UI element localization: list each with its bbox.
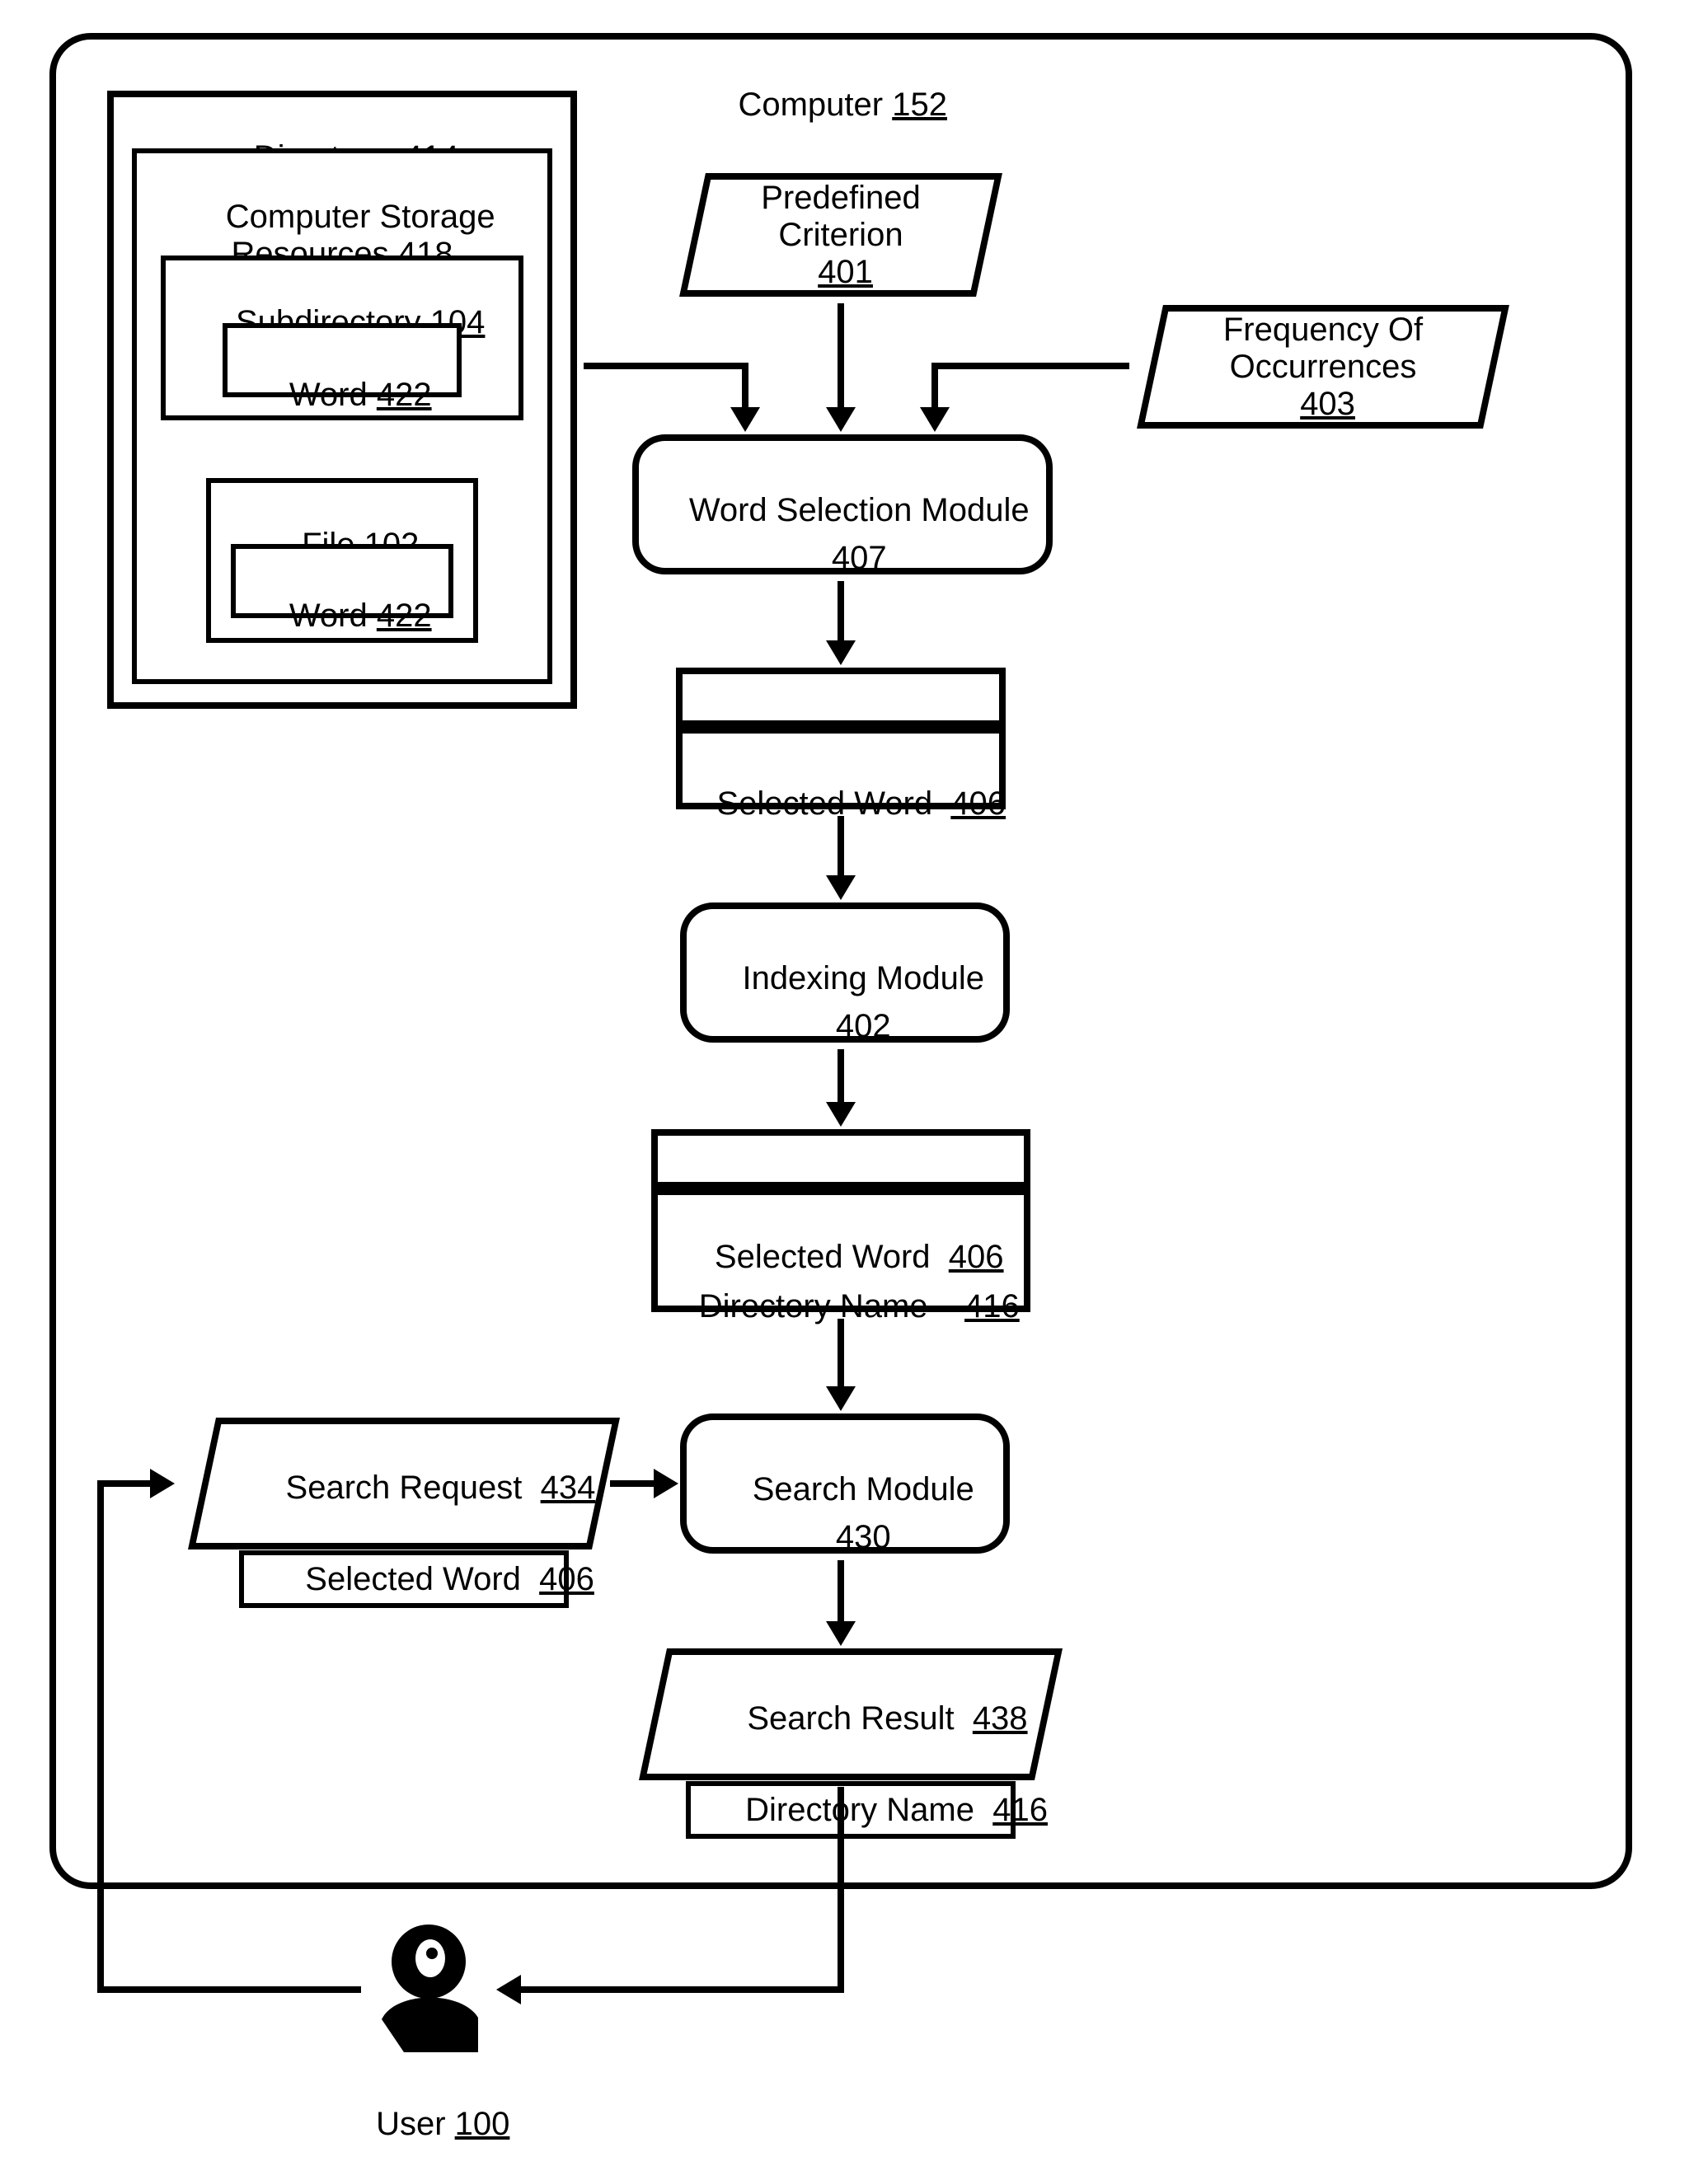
diagram-canvas: Computer 152 Directory 414 Computer Stor… — [0, 0, 1708, 2143]
predefined-label: Predefined Criterion — [761, 180, 920, 254]
indexing-module-ref: 402 — [684, 971, 1006, 1082]
frequency-box: Frequency Of Occurrences 403 — [1137, 305, 1509, 429]
computer-label: Computer 152 — [626, 49, 1022, 161]
file-word-label: Word 422 — [235, 560, 449, 672]
search-request-box: Search Request 434 Selected Word 406 — [188, 1418, 620, 1549]
user-icon — [354, 1912, 495, 2077]
predefined-criterion-box: Predefined Criterion 401 — [679, 173, 1002, 297]
search-module-ref: 430 — [684, 1482, 1006, 1593]
search-result-box: Search Result 438 Directory Name 416 — [639, 1648, 1063, 1780]
frequency-label: Frequency Of Occurrences — [1223, 312, 1423, 386]
subdir-word-label: Word 422 — [227, 340, 458, 451]
user-label: User 100 — [326, 2069, 523, 2180]
